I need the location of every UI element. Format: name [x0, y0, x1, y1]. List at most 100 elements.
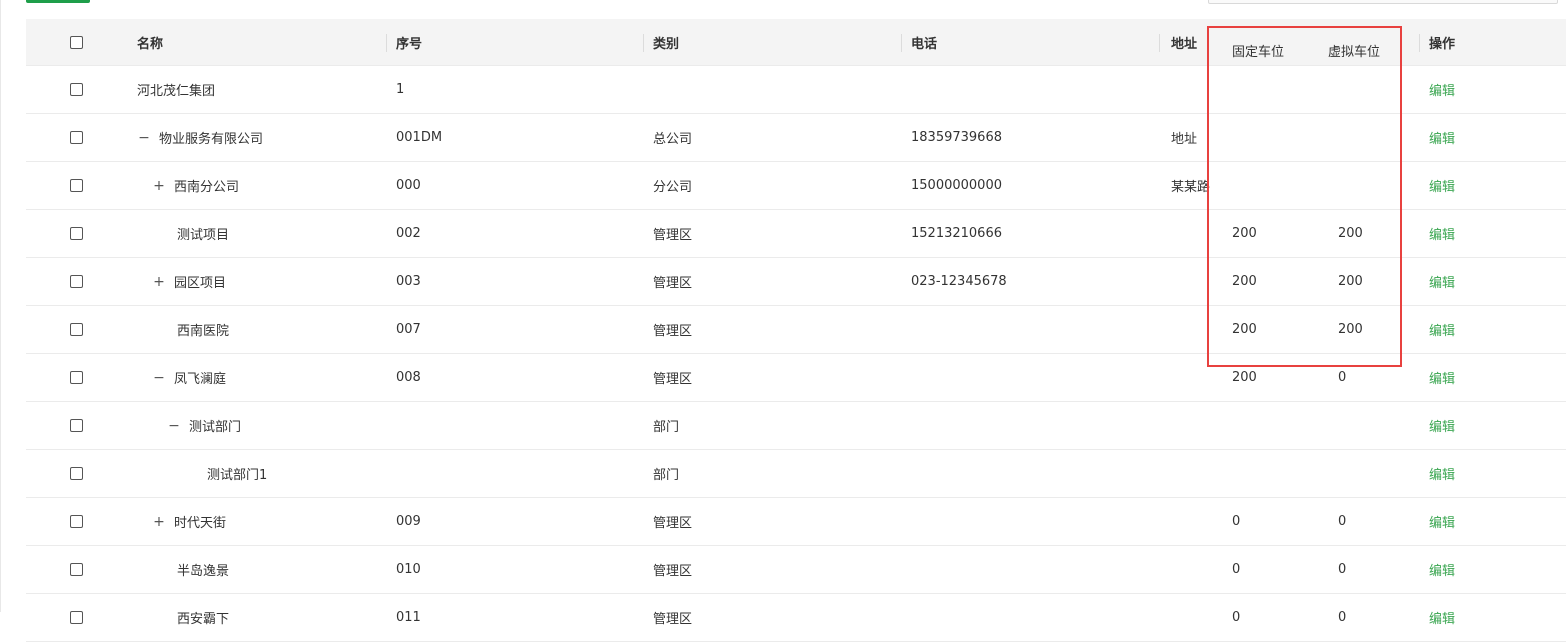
cell-seq: 009: [396, 514, 421, 529]
expand-icon[interactable]: +: [152, 178, 166, 194]
cell-actions: 编辑: [1429, 354, 1455, 401]
edit-link[interactable]: 编辑: [1429, 176, 1455, 195]
table-row: − 物业服务有限公司 001DM 总公司 18359739668 地址 编辑: [26, 114, 1566, 162]
table-row: − 测试部门 部门 编辑: [26, 402, 1566, 450]
table-row: 河北茂仁集团 1 编辑: [26, 66, 1566, 114]
cell-seq: 001DM: [396, 130, 443, 145]
table-row: 西南医院 007 管理区 200 200 编辑: [26, 306, 1566, 354]
cell-actions: 编辑: [1429, 210, 1455, 257]
edit-link[interactable]: 编辑: [1429, 512, 1455, 531]
org-name: 测试部门: [189, 420, 242, 435]
cell-name: 测试部门1: [207, 450, 267, 497]
table-row: 测试部门1 部门 编辑: [26, 450, 1566, 498]
search-box-edge[interactable]: [1208, 0, 1558, 4]
row-checkbox[interactable]: [70, 179, 83, 192]
collapse-icon[interactable]: −: [152, 370, 166, 386]
cell-seq: 011: [396, 610, 421, 625]
table-row: + 时代天街 009 管理区 0 0 编辑: [26, 498, 1566, 546]
cell-virtual-parking: 0: [1338, 514, 1347, 529]
edit-link[interactable]: 编辑: [1429, 224, 1455, 243]
org-name: 时代天街: [174, 516, 227, 531]
cell-seq: 1: [396, 82, 405, 97]
header-separator: [901, 34, 902, 52]
edit-link[interactable]: 编辑: [1429, 128, 1455, 147]
cell-seq: 002: [396, 226, 421, 241]
cell-category: 部门: [653, 420, 680, 435]
row-checkbox[interactable]: [70, 227, 83, 240]
table-row: 西安霸下 011 管理区 0 0 编辑: [26, 594, 1566, 642]
org-name: 测试项目: [177, 228, 230, 243]
collapse-icon[interactable]: −: [137, 130, 151, 146]
row-checkbox[interactable]: [70, 563, 83, 576]
cell-actions: 编辑: [1429, 162, 1455, 209]
cell-actions: 编辑: [1429, 114, 1455, 161]
edit-link[interactable]: 编辑: [1429, 464, 1455, 483]
cell-name: 西南医院: [177, 306, 229, 353]
table-row: 测试项目 002 管理区 15213210666 200 200 编辑: [26, 210, 1566, 258]
edit-link[interactable]: 编辑: [1429, 368, 1455, 387]
edit-link[interactable]: 编辑: [1429, 608, 1455, 627]
header-actions: 操作: [1429, 36, 1456, 52]
table-row: − 凤飞澜庭 008 管理区 200 0 编辑: [26, 354, 1566, 402]
cell-seq: 003: [396, 274, 421, 289]
row-checkbox[interactable]: [70, 371, 83, 384]
cell-phone: 15213210666: [911, 226, 1002, 241]
add-button-edge[interactable]: [26, 0, 90, 3]
cell-virtual-parking: 0: [1338, 370, 1347, 385]
row-checkbox[interactable]: [70, 419, 83, 432]
cell-virtual-parking: 200: [1338, 274, 1363, 289]
row-checkbox[interactable]: [70, 611, 83, 624]
row-checkbox[interactable]: [70, 467, 83, 480]
edit-link[interactable]: 编辑: [1429, 416, 1455, 435]
cell-actions: 编辑: [1429, 546, 1455, 593]
cell-category: 管理区: [653, 612, 693, 627]
cell-name: 半岛逸景: [177, 546, 229, 593]
cell-fixed-parking: 200: [1232, 322, 1257, 337]
cell-fixed-parking: 200: [1232, 370, 1257, 385]
row-checkbox[interactable]: [70, 515, 83, 528]
collapse-icon[interactable]: −: [167, 418, 181, 434]
cell-seq: 008: [396, 370, 421, 385]
cell-name: + 时代天街: [152, 498, 226, 545]
row-checkbox[interactable]: [70, 323, 83, 336]
cell-name: + 园区项目: [152, 258, 226, 305]
left-border: [0, 0, 1, 612]
cell-category: 管理区: [653, 276, 693, 291]
cell-category: 管理区: [653, 324, 693, 339]
table-body: 河北茂仁集团 1 编辑 − 物业服务有限公司 001DM 总公司 18359739…: [26, 66, 1566, 642]
header-seq: 序号: [396, 36, 423, 52]
header-address: 地址: [1171, 36, 1198, 52]
cell-category: 部门: [653, 468, 680, 483]
edit-link[interactable]: 编辑: [1429, 560, 1455, 579]
cell-actions: 编辑: [1429, 594, 1455, 641]
edit-link[interactable]: 编辑: [1429, 80, 1455, 99]
org-name: 凤飞澜庭: [174, 372, 227, 387]
row-checkbox[interactable]: [70, 83, 83, 96]
cell-seq: 007: [396, 322, 421, 337]
row-checkbox[interactable]: [70, 131, 83, 144]
header-separator: [643, 34, 644, 52]
cell-virtual-parking: 0: [1338, 562, 1347, 577]
header-category: 类别: [653, 36, 680, 52]
cell-name: 西安霸下: [177, 594, 229, 641]
header-name: 名称: [137, 36, 164, 52]
select-all-checkbox[interactable]: [70, 35, 83, 49]
cell-actions: 编辑: [1429, 306, 1455, 353]
cell-fixed-parking: 200: [1232, 226, 1257, 241]
edit-link[interactable]: 编辑: [1429, 272, 1455, 291]
org-name: 物业服务有限公司: [159, 132, 264, 147]
cell-actions: 编辑: [1429, 258, 1455, 305]
edit-link[interactable]: 编辑: [1429, 320, 1455, 339]
cell-address: 地址: [1171, 132, 1198, 147]
cell-name: 河北茂仁集团: [137, 66, 215, 113]
org-name: 西南医院: [177, 324, 230, 339]
cell-name: − 测试部门: [167, 402, 241, 449]
expand-icon[interactable]: +: [152, 514, 166, 530]
expand-icon[interactable]: +: [152, 274, 166, 290]
cell-category: 分公司: [653, 180, 693, 195]
cell-virtual-parking: 200: [1338, 226, 1363, 241]
cell-category: 管理区: [653, 228, 693, 243]
org-name: 园区项目: [174, 276, 227, 291]
cell-virtual-parking: 200: [1338, 322, 1363, 337]
row-checkbox[interactable]: [70, 275, 83, 288]
